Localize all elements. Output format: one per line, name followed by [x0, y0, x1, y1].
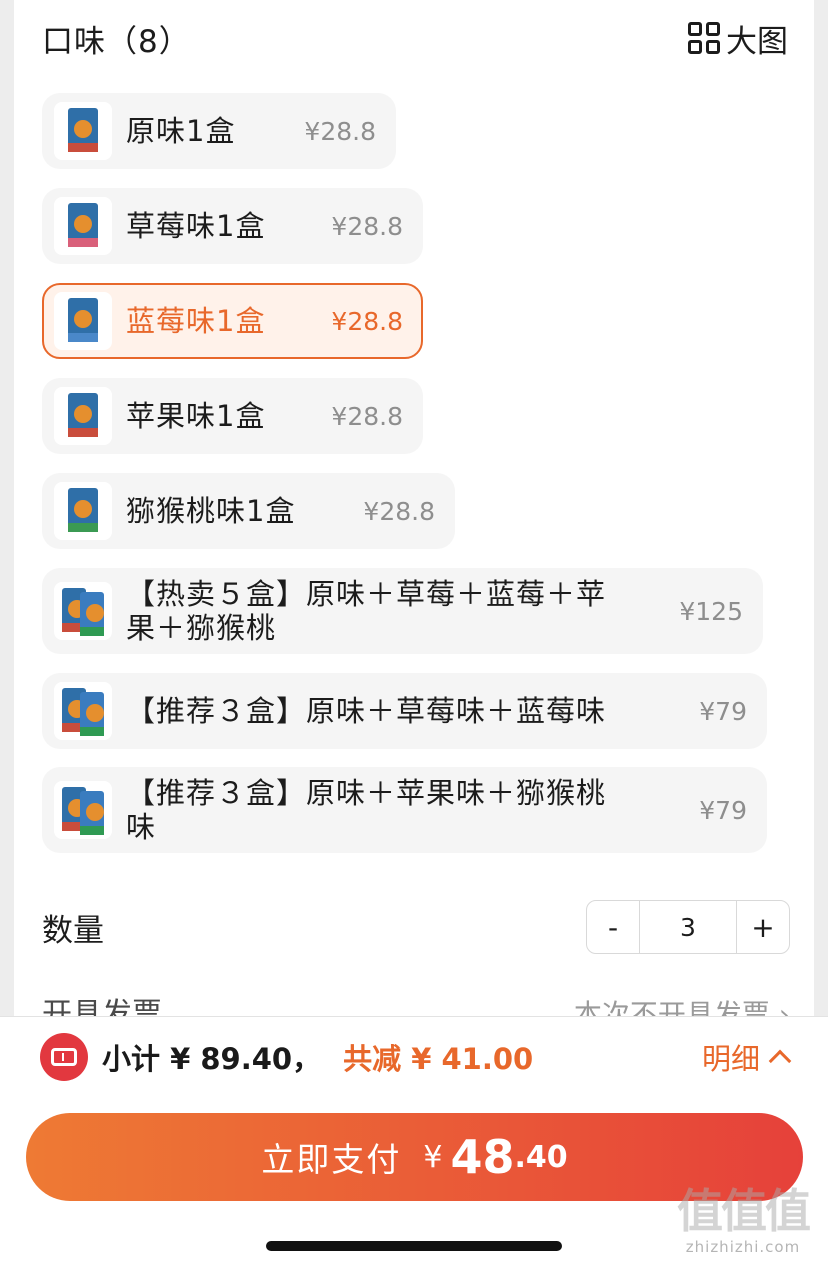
- discount-text: 共减 ¥ 41.00: [343, 1042, 534, 1076]
- option-label: 原味1盒: [126, 114, 236, 148]
- option-bundle-3b[interactable]: 【推荐３盒】原味＋苹果味＋猕猴桃味 ¥79: [42, 767, 767, 853]
- pay-amount-decimal: .40: [514, 1139, 568, 1175]
- quantity-input[interactable]: 3: [639, 901, 737, 953]
- product-thumbnail: [54, 781, 112, 839]
- product-thumbnail: [54, 197, 112, 255]
- price-summary: 小计 ¥ 89.40， 共减 ¥ 41.00 明细: [40, 1033, 792, 1081]
- big-view-button[interactable]: 大图: [688, 16, 788, 61]
- option-label: 蓝莓味1盒: [126, 304, 266, 338]
- quantity-stepper: - 3 +: [586, 900, 790, 954]
- increment-button[interactable]: +: [737, 901, 789, 953]
- option-label: 猕猴桃味1盒: [126, 494, 296, 528]
- home-indicator: [266, 1241, 562, 1251]
- option-price: ¥28.8: [331, 211, 403, 241]
- product-thumbnail: [54, 682, 112, 740]
- option-price: ¥28.8: [304, 116, 376, 146]
- chevron-up-icon: [768, 1049, 792, 1073]
- option-price: ¥79: [699, 795, 747, 825]
- option-price: ¥79: [699, 696, 747, 726]
- option-bundle-3a[interactable]: 【推荐３盒】原味＋草莓味＋蓝莓味 ¥79: [42, 673, 767, 749]
- option-price: ¥28.8: [331, 306, 403, 336]
- grid-icon: [688, 22, 720, 54]
- watermark-logo: 值值值: [677, 1184, 811, 1238]
- coupon-icon: [40, 1033, 88, 1081]
- product-thumbnail: [54, 387, 112, 445]
- subtotal-text: 小计 ¥ 89.40，: [102, 1042, 322, 1076]
- option-strawberry[interactable]: 草莓味1盒 ¥28.8: [42, 188, 423, 264]
- flavor-header: 口味（8） 大图: [42, 12, 788, 64]
- pay-currency: ¥: [423, 1139, 443, 1175]
- product-thumbnail: [54, 482, 112, 540]
- option-price: ¥125: [679, 596, 743, 626]
- option-bundle-5[interactable]: 【热卖５盒】原味＋草莓＋蓝莓＋苹果＋猕猴桃 ¥125: [42, 568, 763, 654]
- invoice-value: 本次不开具发票 ›: [573, 998, 790, 1017]
- option-price: ¥28.8: [363, 496, 435, 526]
- pay-amount-integer: 48: [450, 1130, 515, 1184]
- detail-toggle[interactable]: 明细: [701, 1036, 792, 1078]
- option-kiwi[interactable]: 猕猴桃味1盒 ¥28.8: [42, 473, 455, 549]
- option-label: 苹果味1盒: [126, 399, 266, 433]
- decrement-button[interactable]: -: [587, 901, 639, 953]
- option-label: 【推荐３盒】原味＋草莓味＋蓝莓味: [126, 694, 607, 728]
- invoice-label: 开具发票: [42, 997, 162, 1017]
- big-view-label: 大图: [726, 23, 788, 60]
- option-blueberry[interactable]: 蓝莓味1盒 ¥28.8: [42, 283, 423, 359]
- option-price: ¥28.8: [331, 401, 403, 431]
- option-apple[interactable]: 苹果味1盒 ¥28.8: [42, 378, 423, 454]
- site-watermark: 值值值 zhizhizhi.com: [668, 1184, 818, 1264]
- option-label: 【推荐３盒】原味＋苹果味＋猕猴桃味: [126, 776, 607, 844]
- invoice-row[interactable]: 开具发票 本次不开具发票 ›: [42, 996, 790, 1017]
- watermark-url: zhizhizhi.com: [685, 1238, 801, 1256]
- flavor-title: 口味（8）: [42, 23, 191, 60]
- option-original[interactable]: 原味1盒 ¥28.8: [42, 93, 396, 169]
- quantity-row: 数量 - 3 +: [42, 898, 790, 956]
- option-label: 【热卖５盒】原味＋草莓＋蓝莓＋苹果＋猕猴桃: [126, 577, 607, 645]
- product-thumbnail: [54, 292, 112, 350]
- option-label: 草莓味1盒: [126, 209, 266, 243]
- product-thumbnail: [54, 582, 112, 640]
- quantity-label: 数量: [42, 912, 104, 949]
- product-thumbnail: [54, 102, 112, 160]
- pay-label: 立即支付: [261, 1140, 402, 1179]
- detail-label: 明细: [701, 1042, 760, 1076]
